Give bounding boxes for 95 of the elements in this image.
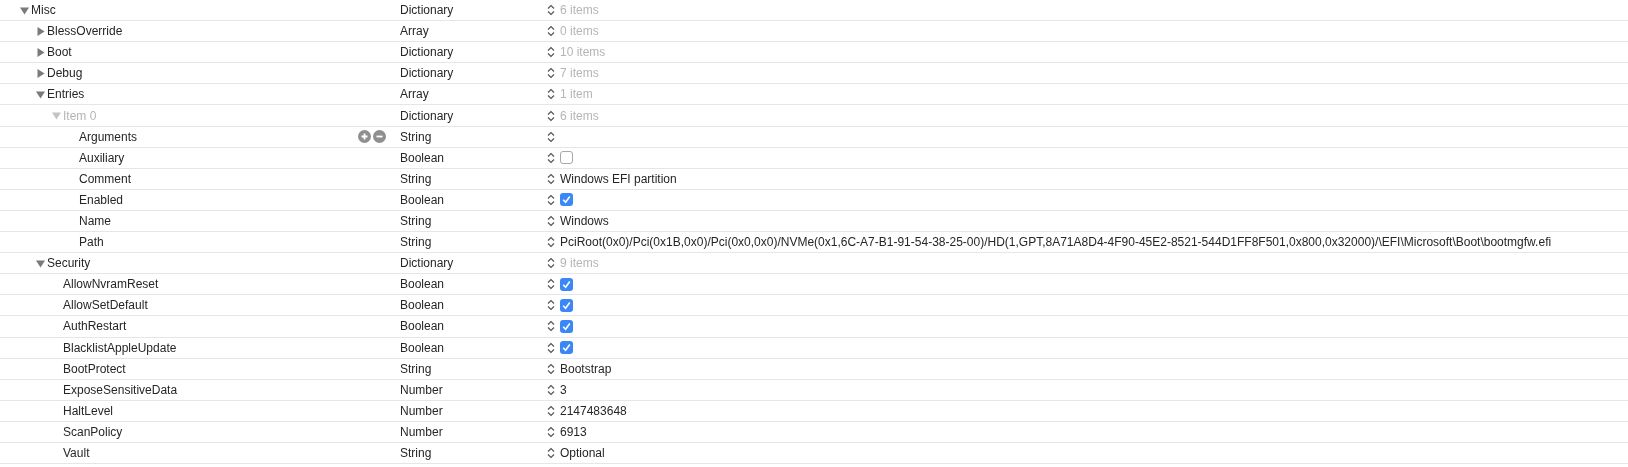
checkbox[interactable] — [560, 151, 573, 165]
type-text: Boolean — [400, 149, 446, 167]
type-text: Boolean — [400, 276, 446, 294]
key-text: Debug — [47, 65, 83, 83]
item-count: 10 items — [560, 44, 606, 62]
expand-triangle-icon[interactable] — [36, 47, 47, 57]
remove-icon[interactable] — [373, 130, 386, 144]
key-text: BootProtect — [63, 360, 126, 378]
checkbox[interactable] — [560, 277, 573, 291]
type-text: Boolean — [400, 339, 446, 357]
key-text: Path — [79, 234, 104, 252]
stepper-icon[interactable] — [547, 67, 555, 80]
type-text: Dictionary — [400, 2, 455, 20]
key-text: Vault — [63, 445, 90, 462]
stepper-icon[interactable] — [547, 425, 555, 438]
collapse-triangle-icon[interactable] — [36, 89, 47, 99]
collapse-triangle-icon[interactable] — [36, 258, 47, 268]
key-text: Enabled — [79, 191, 124, 209]
item-count: 6 items — [560, 2, 599, 20]
type-text: Boolean — [400, 297, 446, 315]
type-text: Number — [400, 402, 444, 420]
stepper-icon[interactable] — [547, 447, 555, 459]
stepper-icon[interactable] — [547, 383, 555, 396]
add-icon[interactable] — [358, 130, 371, 144]
stepper-icon[interactable] — [547, 299, 555, 312]
stepper-icon[interactable] — [547, 46, 555, 59]
type-text: String — [400, 128, 433, 146]
value-text: PciRoot(0x0)/Pci(0x1B,0x0)/Pci(0x0,0x0)/NVMe(0x1,6C-A7-B1-91-54-38-25-00)/HD(1,GPT,8A71A8D4-4F90-45E2-8521-544D1FF8F501,0x800,0x32000)/\EFI\Microsoft\Boot\bootmgfw.efi — [560, 234, 1552, 252]
type-text: Dictionary — [400, 44, 455, 62]
value-text: 2147483648 — [560, 402, 627, 420]
stepper-icon[interactable] — [547, 341, 555, 354]
item-count: 0 items — [560, 23, 599, 41]
type-text: String — [400, 170, 433, 188]
key-text: ScanPolicy — [63, 423, 123, 441]
value-text: Windows — [560, 213, 609, 230]
key-text: HaltLevel — [63, 402, 114, 420]
stepper-icon[interactable] — [547, 404, 555, 417]
checkbox[interactable] — [560, 298, 573, 312]
type-text: Boolean — [400, 318, 446, 336]
type-text: Dictionary — [400, 255, 455, 273]
checkbox[interactable] — [560, 341, 573, 355]
type-text: Boolean — [400, 191, 446, 209]
stepper-icon[interactable] — [547, 151, 555, 164]
stepper-icon[interactable] — [547, 130, 555, 143]
stepper-icon[interactable] — [547, 88, 555, 101]
key-text: Auxiliary — [79, 149, 125, 167]
key-text: ExposeSensitiveData — [63, 381, 178, 399]
type-text: String — [400, 445, 433, 462]
key-text: AuthRestart — [63, 318, 127, 336]
stepper-icon[interactable] — [547, 193, 555, 206]
stepper-icon[interactable] — [547, 215, 555, 227]
item-count: 6 items — [560, 107, 599, 125]
item-count: 1 item — [560, 86, 593, 104]
key-text: Arguments — [79, 128, 138, 146]
key-text: AllowNvramReset — [63, 276, 159, 294]
type-text: Array — [400, 23, 430, 41]
checkbox[interactable] — [560, 193, 573, 207]
type-text: Number — [400, 423, 444, 441]
key-text: Security — [47, 255, 91, 273]
type-text: String — [400, 234, 433, 252]
stepper-icon[interactable] — [547, 172, 555, 185]
item-count: 7 items — [560, 65, 599, 83]
collapse-triangle-icon[interactable] — [20, 5, 31, 15]
key-text: AllowSetDefault — [63, 297, 148, 315]
type-text: Array — [400, 86, 430, 104]
expand-triangle-icon[interactable] — [36, 26, 47, 36]
key-text: Misc — [31, 2, 56, 20]
stepper-icon[interactable] — [547, 109, 555, 122]
value-text: 3 — [560, 381, 567, 399]
expand-triangle-icon[interactable] — [36, 68, 47, 78]
type-text: Dictionary — [400, 107, 455, 125]
item-count: 9 items — [560, 255, 599, 273]
type-text: String — [400, 213, 433, 230]
value-text: Windows EFI partition — [560, 170, 677, 188]
key-text: Entries — [47, 86, 85, 104]
key-text: Item 0 — [63, 107, 97, 125]
key-text: Comment — [79, 170, 131, 188]
stepper-icon[interactable] — [547, 236, 555, 249]
stepper-icon[interactable] — [547, 278, 555, 291]
stepper-icon[interactable] — [547, 25, 555, 38]
stepper-icon[interactable] — [547, 257, 555, 270]
value-text: Bootstrap — [560, 360, 612, 378]
key-text: BlacklistAppleUpdate — [63, 339, 177, 357]
type-text: Dictionary — [400, 65, 455, 83]
value-text: Optional — [560, 445, 605, 462]
key-text: Boot — [47, 44, 72, 62]
checkbox[interactable] — [560, 319, 573, 333]
stepper-icon[interactable] — [547, 362, 555, 375]
type-text: Number — [400, 381, 444, 399]
key-text: Name — [79, 213, 111, 230]
stepper-icon[interactable] — [547, 320, 555, 333]
key-text: BlessOverride — [47, 23, 123, 41]
stepper-icon[interactable] — [547, 4, 555, 17]
value-text: 6913 — [560, 423, 587, 441]
type-text: String — [400, 360, 433, 378]
